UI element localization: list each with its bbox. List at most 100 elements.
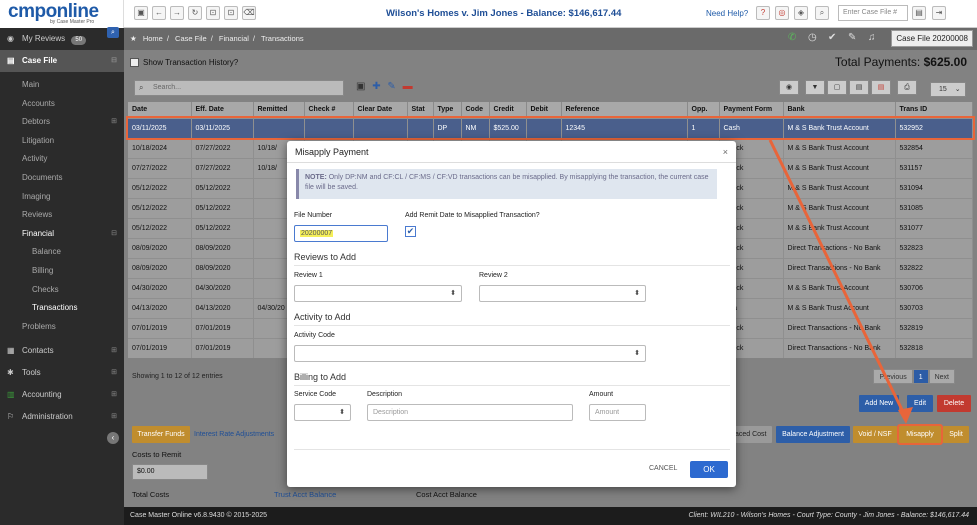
breadcrumb-home[interactable]: Home bbox=[143, 34, 163, 43]
filter-icon[interactable]: ▼ bbox=[805, 80, 825, 95]
sidebar-item-case-file[interactable]: ▤ Case File ⊟ bbox=[0, 50, 124, 72]
col-bank[interactable]: Bank bbox=[783, 102, 896, 118]
sidebar-item-transactions[interactable]: Transactions bbox=[0, 299, 124, 318]
pager-next[interactable]: Next bbox=[928, 369, 955, 384]
breadcrumb-financial[interactable]: Financial bbox=[219, 34, 249, 43]
amount-input[interactable]: Amount bbox=[589, 404, 646, 421]
sidebar-item-my-reviews[interactable]: ◉ My Reviews 50 bbox=[0, 28, 124, 50]
save-grid-icon[interactable]: ▣ bbox=[356, 81, 365, 92]
col-clear-date[interactable]: Clear Date bbox=[353, 102, 408, 118]
sidebar-item-financial[interactable]: Financial ⊟ bbox=[0, 225, 124, 244]
interest-rate-link[interactable]: Interest Rate Adjustments bbox=[194, 431, 274, 438]
case-search-input[interactable]: Enter Case File # bbox=[838, 5, 908, 21]
col-trans-id[interactable]: Trans ID bbox=[895, 102, 973, 118]
save-icon[interactable]: ▣ bbox=[134, 6, 148, 20]
tag-icon[interactable]: ◈ bbox=[794, 6, 808, 20]
sidebar-item-billing[interactable]: Billing bbox=[0, 262, 124, 281]
copy-icon[interactable]: ▢ bbox=[827, 80, 847, 95]
help-icon[interactable]: ? bbox=[756, 6, 770, 20]
cancel-button[interactable]: CANCEL bbox=[649, 465, 677, 472]
col-remitted[interactable]: Remitted bbox=[253, 102, 305, 118]
breadcrumb-case-file[interactable]: Case File bbox=[175, 34, 207, 43]
sidebar-item-imaging[interactable]: Imaging bbox=[0, 188, 124, 207]
sidebar-item-problems[interactable]: Problems bbox=[0, 318, 124, 337]
csv-icon[interactable]: ▤ bbox=[849, 80, 869, 95]
split-button[interactable]: Split bbox=[943, 426, 969, 443]
pager-previous[interactable]: Previous bbox=[873, 369, 913, 384]
ok-button[interactable]: OK bbox=[690, 461, 728, 478]
phone-icon[interactable]: ✆ bbox=[788, 32, 796, 43]
document-icon[interactable]: ▤ bbox=[912, 6, 926, 20]
star-icon[interactable]: ★ bbox=[130, 34, 137, 43]
delete-button[interactable]: Delete bbox=[937, 395, 971, 412]
edit-icon[interactable]: ✎ bbox=[848, 32, 856, 43]
sidebar-item-accounts[interactable]: Accounts bbox=[0, 95, 124, 114]
sidebar-item-accounting[interactable]: ▥ Accounting ⊞ bbox=[0, 384, 124, 406]
sidebar-item-activity[interactable]: Activity bbox=[0, 150, 124, 169]
sidebar-item-litigation[interactable]: Litigation bbox=[0, 132, 124, 151]
notification-bell-icon[interactable]: ♫ bbox=[868, 32, 876, 43]
need-help-link[interactable]: Need Help? bbox=[706, 9, 748, 18]
file-number-input[interactable]: 20200007 bbox=[294, 225, 388, 242]
sidebar-item-tools[interactable]: ✱ Tools ⊞ bbox=[0, 362, 124, 384]
col-code[interactable]: Code bbox=[461, 102, 490, 118]
pager-page-1[interactable]: 1 bbox=[912, 369, 929, 384]
add-remit-checkbox[interactable]: ✔ bbox=[405, 226, 416, 237]
show-history-toggle[interactable]: Show Transaction History? bbox=[130, 58, 238, 68]
clock-icon[interactable]: ◷ bbox=[808, 32, 817, 43]
col-check[interactable]: Check # bbox=[304, 102, 354, 118]
first-record-icon[interactable]: ⊡ bbox=[206, 6, 220, 20]
sidebar-item-debtors[interactable]: Debtors ⊞ bbox=[0, 113, 124, 132]
close-icon[interactable]: × bbox=[723, 141, 728, 163]
last-record-icon[interactable]: ⊡ bbox=[224, 6, 238, 20]
activity-code-select[interactable]: ⬍ bbox=[294, 345, 646, 362]
misapply-button[interactable]: Misapply bbox=[897, 424, 943, 445]
back-icon[interactable]: ← bbox=[152, 6, 166, 20]
sidebar-item-documents[interactable]: Documents bbox=[0, 169, 124, 188]
review1-select[interactable]: ⬍ bbox=[294, 285, 462, 302]
search-icon[interactable]: ⌕ bbox=[815, 6, 829, 20]
col-opp[interactable]: Opp. bbox=[687, 102, 720, 118]
remove-icon[interactable]: ▬ bbox=[403, 81, 413, 92]
sidebar-item-contacts[interactable]: ▦ Contacts ⊞ bbox=[0, 340, 124, 362]
col-date[interactable]: Date bbox=[128, 102, 192, 118]
refresh-icon[interactable]: ↻ bbox=[188, 6, 202, 20]
col-payment-form[interactable]: Payment Form bbox=[719, 102, 784, 118]
col-reference[interactable]: Reference bbox=[561, 102, 688, 118]
add-new-button[interactable]: Add New bbox=[859, 395, 899, 412]
print-icon[interactable]: ⎙ bbox=[897, 80, 917, 95]
transfer-funds-button[interactable]: Transfer Funds bbox=[132, 426, 190, 443]
review2-select[interactable]: ⬍ bbox=[479, 285, 646, 302]
col-eff-date[interactable]: Eff. Date bbox=[191, 102, 254, 118]
table-row-selected[interactable]: 03/11/2025 03/11/2025 DP NM $525.00 12345 1 Cas… bbox=[126, 116, 975, 140]
void-nsf-button[interactable]: Void / NSF bbox=[853, 426, 897, 443]
col-debit[interactable]: Debit bbox=[526, 102, 562, 118]
show-history-checkbox[interactable] bbox=[130, 58, 139, 68]
support-icon[interactable]: ◎ bbox=[775, 6, 789, 20]
clear-icon[interactable]: ⌫ bbox=[242, 6, 256, 20]
col-credit[interactable]: Credit bbox=[489, 102, 527, 118]
edit-button[interactable]: Edit bbox=[907, 395, 933, 412]
sidebar-item-reviews[interactable]: Reviews bbox=[0, 206, 124, 225]
view-icon[interactable]: ◉ bbox=[779, 80, 799, 95]
description-input[interactable]: Description bbox=[367, 404, 573, 421]
edit-grid-icon[interactable]: ✎ bbox=[387, 81, 395, 92]
sidebar-item-administration[interactable]: ⚐ Administration ⊞ bbox=[0, 406, 124, 428]
pdf-icon[interactable]: ▤ bbox=[871, 80, 891, 95]
per-page-select[interactable]: 15 ⌄ bbox=[930, 82, 966, 97]
col-stat[interactable]: Stat bbox=[407, 102, 434, 118]
grid-search-input[interactable]: ⌕ Search... bbox=[134, 80, 344, 96]
col-type[interactable]: Type bbox=[433, 102, 462, 118]
add-icon[interactable]: ✚ bbox=[372, 81, 380, 92]
costs-to-remit-field[interactable]: $0.00 bbox=[132, 464, 208, 480]
sidebar-item-balance[interactable]: Balance bbox=[0, 243, 124, 262]
balance-adjustment-button[interactable]: Balance Adjustment bbox=[776, 426, 850, 443]
forward-icon[interactable]: → bbox=[170, 6, 184, 20]
collapse-sidebar-icon[interactable]: ‹ bbox=[107, 432, 119, 444]
case-file-button[interactable]: Case File 20200008 bbox=[891, 30, 973, 47]
sidebar-item-main[interactable]: Main bbox=[0, 76, 124, 95]
logout-icon[interactable]: ⇥ bbox=[932, 6, 946, 20]
service-code-select[interactable]: ⬍ bbox=[294, 404, 351, 421]
sidebar-item-checks[interactable]: Checks bbox=[0, 281, 124, 300]
check-circle-icon[interactable]: ✔ bbox=[828, 32, 836, 43]
